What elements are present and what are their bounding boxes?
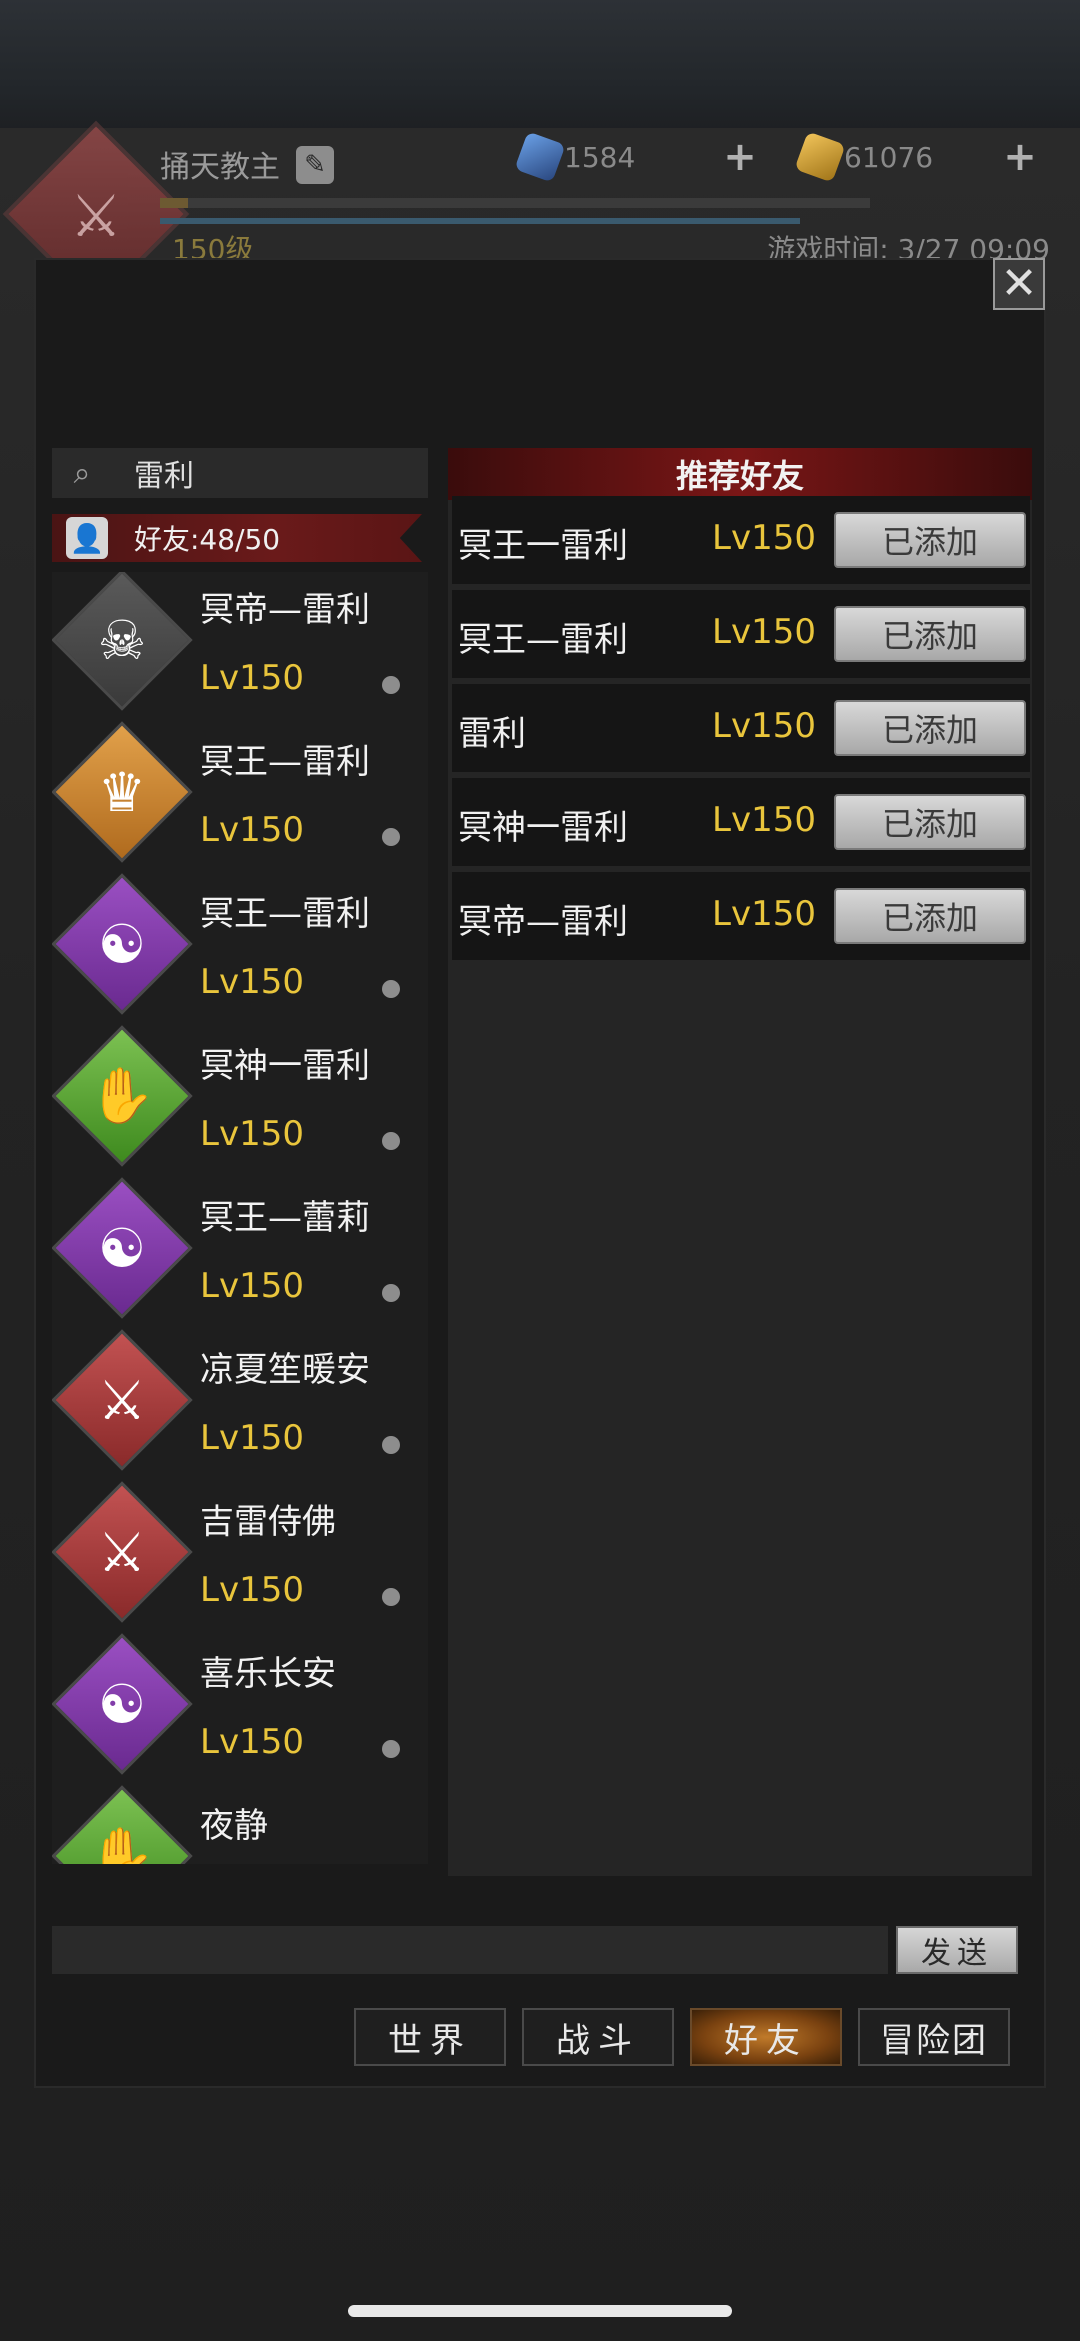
gem-count: 1584 — [564, 140, 636, 174]
offline-status-dot — [382, 1740, 400, 1758]
added-button[interactable]: 已添加 — [834, 700, 1026, 756]
skull-crown-icon: ☠ — [97, 608, 147, 672]
added-button[interactable]: 已添加 — [834, 888, 1026, 944]
recommended-row: 雷利 Lv150 已添加 — [452, 684, 1030, 772]
friend-level: Lv150 — [200, 1722, 304, 1762]
friend-item[interactable]: ⚔ 吉雷侍佛 Lv150 — [52, 1481, 428, 1636]
recommended-row: 冥神一雷利 Lv150 已添加 — [452, 778, 1030, 866]
friend-count-banner: 👤 好友:48/50 — [52, 514, 422, 562]
recommended-name: 冥帝—雷利 — [458, 902, 628, 942]
gold-currency: 61076 + — [794, 131, 1040, 183]
offline-status-dot — [382, 828, 400, 846]
top-banner — [0, 0, 1080, 130]
hand-icon: ✋ — [88, 1824, 156, 1864]
friend-item[interactable]: ☯ 喜乐长安 Lv150 — [52, 1633, 428, 1788]
recommended-name: 冥王—雷利 — [458, 620, 628, 660]
gourd-bagua-icon: ☯ — [97, 1672, 147, 1736]
close-button[interactable]: ✕ — [993, 258, 1045, 310]
xp-bar — [160, 198, 870, 208]
recommended-level: Lv150 — [712, 518, 816, 558]
friend-item[interactable]: ✋ 夜静 — [52, 1785, 428, 1864]
friend-search-bar[interactable]: ⌕ 雷利 — [52, 448, 428, 498]
crossed-axes-icon: ⚔ — [70, 182, 122, 250]
search-icon[interactable]: ⌕ — [52, 456, 112, 491]
friend-level: Lv150 — [200, 1418, 304, 1458]
edit-icon[interactable]: ✎ — [296, 146, 334, 184]
gold-icon — [794, 131, 846, 183]
added-button[interactable]: 已添加 — [834, 512, 1026, 568]
recommended-level: Lv150 — [712, 612, 816, 652]
friend-level: Lv150 — [200, 658, 304, 698]
recommended-name: 冥神一雷利 — [458, 808, 628, 848]
friend-name: 冥神一雷利 — [200, 1046, 370, 1086]
user-icon: 👤 — [66, 517, 108, 559]
added-button[interactable]: 已添加 — [834, 794, 1026, 850]
friend-name: 吉雷侍佛 — [200, 1502, 336, 1542]
crossed-axes-icon: ⚔ — [97, 1368, 147, 1432]
friend-name: 凉夏笙暖安 — [200, 1350, 370, 1390]
offline-status-dot — [382, 1436, 400, 1454]
mp-bar — [160, 218, 800, 224]
offline-status-dot — [382, 1588, 400, 1606]
gourd-bagua-icon: ☯ — [97, 912, 147, 976]
friend-name: 冥王—雷利 — [200, 894, 370, 934]
xp-bar-fill — [160, 198, 189, 208]
friend-list[interactable]: ☠ 冥帝—雷利 Lv150 ♛ 冥王—雷利 Lv150 ☯ 冥王—雷利 Lv15… — [52, 572, 428, 1864]
friend-name: 冥帝—雷利 — [200, 590, 370, 630]
friend-item[interactable]: ☯ 冥王—雷利 Lv150 — [52, 873, 428, 1028]
offline-status-dot — [382, 676, 400, 694]
friend-item[interactable]: ✋ 冥神一雷利 Lv150 — [52, 1025, 428, 1180]
friend-level: Lv150 — [200, 1114, 304, 1154]
friend-level: Lv150 — [200, 1570, 304, 1610]
recommended-row: 冥帝—雷利 Lv150 已添加 — [452, 872, 1030, 960]
friend-item[interactable]: ☯ 冥王—蕾莉 Lv150 — [52, 1177, 428, 1332]
gem-icon — [514, 131, 566, 183]
tab-adventure-team[interactable]: 冒险团 — [858, 2008, 1010, 2066]
player-name: 捅天教主 — [160, 150, 280, 185]
home-indicator[interactable] — [348, 2305, 732, 2317]
friend-item[interactable]: ♛ 冥王—雷利 Lv150 — [52, 721, 428, 876]
send-button[interactable]: 发送 — [896, 1926, 1018, 1974]
friend-name: 喜乐长安 — [200, 1654, 336, 1694]
recommended-row: 冥王—雷利 Lv150 已添加 — [452, 590, 1030, 678]
added-button[interactable]: 已添加 — [834, 606, 1026, 662]
add-gems-button[interactable]: + — [720, 134, 760, 180]
recommended-level: Lv150 — [712, 706, 816, 746]
friend-count: 好友:48/50 — [134, 523, 281, 556]
crossed-axes-icon: ⚔ — [97, 1520, 147, 1584]
friend-level: Lv150 — [200, 962, 304, 1002]
recommended-row: 冥王一雷利 Lv150 已添加 — [452, 496, 1030, 584]
recommended-level: Lv150 — [712, 800, 816, 840]
recommended-name: 雷利 — [458, 714, 526, 754]
chat-input[interactable] — [52, 1926, 888, 1974]
friend-level: Lv150 — [200, 810, 304, 850]
friend-item[interactable]: ☠ 冥帝—雷利 Lv150 — [52, 572, 428, 724]
recommended-title: 推荐好友 — [448, 448, 1032, 500]
friend-name: 夜静 — [200, 1806, 268, 1846]
gold-count: 61076 — [844, 140, 934, 174]
add-gold-button[interactable]: + — [1000, 134, 1040, 180]
friend-item[interactable]: ⚔ 凉夏笙暖安 Lv150 — [52, 1329, 428, 1484]
friend-name: 冥王—雷利 — [200, 742, 370, 782]
tab-battle[interactable]: 战斗 — [522, 2008, 674, 2066]
search-input[interactable]: 雷利 — [134, 451, 194, 495]
recommended-name: 冥王一雷利 — [458, 526, 628, 566]
recommended-level: Lv150 — [712, 894, 816, 934]
friend-level: Lv150 — [200, 1266, 304, 1306]
crown-icon: ♛ — [97, 760, 147, 824]
tab-friends[interactable]: 好友 — [690, 2008, 842, 2066]
offline-status-dot — [382, 1132, 400, 1150]
friend-name: 冥王—蕾莉 — [200, 1198, 370, 1238]
hand-icon: ✋ — [88, 1064, 156, 1127]
offline-status-dot — [382, 1284, 400, 1302]
offline-status-dot — [382, 980, 400, 998]
gem-currency: 1584 + — [514, 131, 760, 183]
tab-world[interactable]: 世界 — [354, 2008, 506, 2066]
gourd-bagua-icon: ☯ — [97, 1216, 147, 1280]
